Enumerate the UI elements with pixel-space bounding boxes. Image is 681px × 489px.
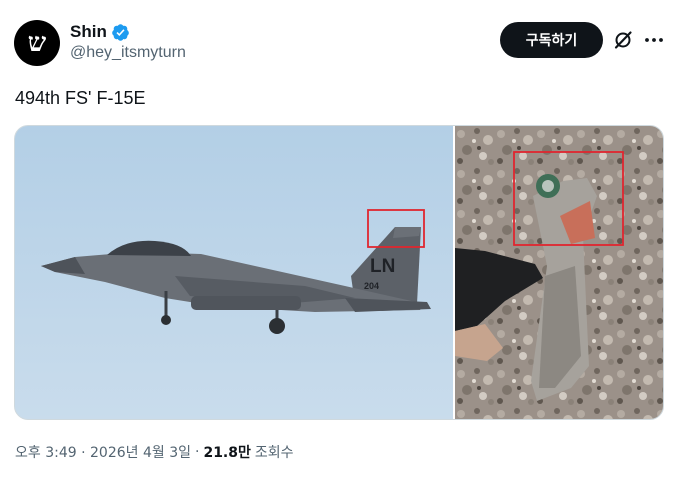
more-horizontal-icon[interactable] (642, 28, 666, 52)
avatar-glyph: ש (27, 28, 47, 58)
subscribe-button[interactable]: 구독하기 (500, 22, 603, 58)
wreckage-photo (455, 126, 663, 419)
verified-badge-icon (112, 23, 129, 41)
aircraft-photo: LN 204 (15, 126, 453, 419)
media-composite: LN 204 (15, 126, 663, 419)
tail-number-text: 204 (364, 281, 379, 291)
tweet-text: 494th FS' F-15E (15, 88, 146, 108)
tweet-meta: 오후 3:49 · 2026년 4월 3일 · 21.8만 조회수 (15, 442, 294, 462)
avatar[interactable]: ש (14, 20, 60, 66)
meta-separator: · (195, 444, 200, 460)
display-name[interactable]: Shin (70, 22, 107, 42)
views-count: 21.8만 (203, 445, 251, 461)
name-row: Shin (70, 22, 186, 42)
tweet-date: 2026년 4월 3일 (90, 445, 191, 461)
grok-icon[interactable] (611, 28, 635, 52)
tweet-header: ש Shin @hey_itsmyturn 구독하기 (14, 18, 664, 70)
tweet-timestamp[interactable]: 오후 3:49 · 2026년 4월 3일 (15, 442, 191, 462)
views-label: 조회수 (254, 445, 294, 461)
tweet-media[interactable]: LN 204 (14, 125, 664, 420)
tweet-time: 오후 3:49 (15, 445, 77, 461)
meta-separator: · (81, 445, 86, 461)
handle[interactable]: @hey_itsmyturn (70, 44, 186, 62)
author-block: Shin @hey_itsmyturn (70, 22, 186, 62)
tail-code-text: LN (370, 256, 395, 277)
